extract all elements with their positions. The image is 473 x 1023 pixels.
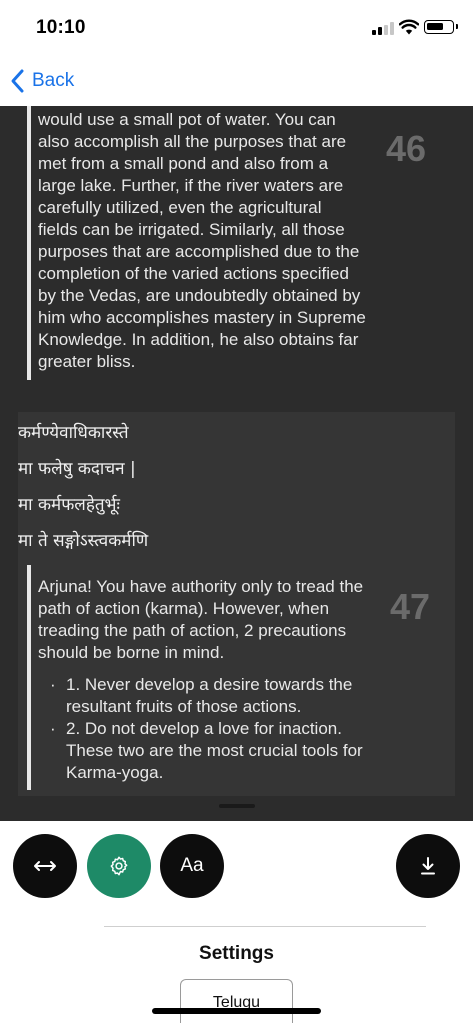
sheet-drag-handle[interactable] [219, 804, 255, 808]
verse-46-line: large lake. Further, if the river waters… [38, 176, 344, 195]
verse-46-line: would use a small pot of water. You can [38, 110, 336, 129]
download-icon [421, 857, 435, 875]
settings-title: Settings [199, 943, 274, 964]
home-indicator [152, 1008, 321, 1014]
verse-46-line: Knowledge. In addition, he also obtains … [38, 330, 359, 349]
verse-46-line: greater bliss. [38, 352, 136, 371]
reader-content[interactable]: would use a small pot of water. You can … [0, 106, 473, 821]
chevron-left-icon [11, 69, 24, 93]
verse-47-bullets: · 1. Never develop a desire towards the … [38, 674, 363, 784]
back-label: Back [32, 70, 75, 91]
font-size-label: Aa [180, 855, 204, 876]
cellular-signal-icon [372, 22, 394, 35]
verse-indicator-bar [27, 106, 31, 380]
bullet-line: These two are the most crucial tools for [66, 741, 363, 760]
settings-sheet: Aa Settings Telugu [0, 821, 473, 1023]
battery-icon [424, 20, 458, 34]
font-size-button[interactable]: Aa [160, 834, 224, 898]
bullet-line: resultant fruits of those actions. [66, 697, 302, 716]
language-selector[interactable]: Telugu [180, 979, 293, 1023]
verse-46-line: met from a small pond and also from a [38, 154, 329, 173]
sheet-divider [104, 926, 426, 927]
bullet-marker: · [50, 719, 56, 738]
download-button[interactable] [396, 834, 460, 898]
verse-47-text: Arjuna! You have authority only to tread… [38, 576, 363, 664]
verse-46-line: completion of the varied actions specifi… [38, 264, 349, 283]
bullet-line: 2. Do not develop a love for inaction. [66, 719, 342, 738]
sloka-line: मा कर्मफलहेतुर्भूः [18, 495, 120, 515]
arrows-horizontal-icon [34, 861, 56, 871]
bullet-line: 1. Never develop a desire towards the [66, 675, 353, 694]
verse-46: would use a small pot of water. You can … [0, 106, 473, 386]
verse-46-line: fields can be irrigated. Similarly, all … [38, 220, 345, 239]
verse-47-line: treading the path of action, 2 precautio… [38, 621, 347, 640]
wifi-icon [399, 19, 419, 35]
verse-47: कर्मण्येवाधिकारस्ते मा फलेषु कदाचन | मा … [18, 412, 455, 796]
list-item: · 2. Do not develop a love for inaction.… [38, 718, 363, 784]
nav-bar: Back [0, 56, 473, 106]
back-button[interactable]: Back [8, 66, 74, 96]
list-item: · 1. Never develop a desire towards the … [38, 674, 363, 718]
verse-47-line: Arjuna! You have authority only to tread… [38, 577, 364, 596]
verse-46-number: 46 [386, 128, 427, 169]
verse-46-line: purposes that are accomplished due to th… [38, 242, 360, 261]
status-time: 10:10 [36, 17, 86, 38]
sloka-line: मा फलेषु कदाचन | [18, 459, 136, 479]
verse-46-line: carefully utilized, even the agricultura… [38, 198, 322, 217]
verse-46-line: by the Vedas, are undoubtedly obtained b… [38, 286, 361, 305]
width-toggle-button[interactable] [13, 834, 77, 898]
verse-46-line: him who accomplishes mastery in Supreme [38, 308, 366, 327]
settings-button[interactable] [87, 834, 151, 898]
status-bar: 10:10 [0, 0, 473, 56]
verse-47-number: 47 [390, 586, 431, 627]
verse-46-text: would use a small pot of water. You can … [38, 109, 366, 373]
battery-level [427, 23, 444, 30]
verse-46-line: also accomplish all the purposes that ar… [38, 132, 347, 151]
bullet-line: Karma-yoga. [66, 763, 164, 782]
verse-47-line: path of action (karma). However, when [38, 599, 330, 618]
bullet-marker: · [50, 675, 56, 694]
verse-47-line: should be borne in mind. [38, 643, 225, 662]
verse-indicator-bar [27, 565, 31, 790]
sloka-line: कर्मण्येवाधिकारस्ते [18, 423, 129, 443]
sloka-line: मा ते सङ्गोऽस्त्वकर्मणि [18, 531, 149, 551]
gear-icon [110, 856, 128, 876]
